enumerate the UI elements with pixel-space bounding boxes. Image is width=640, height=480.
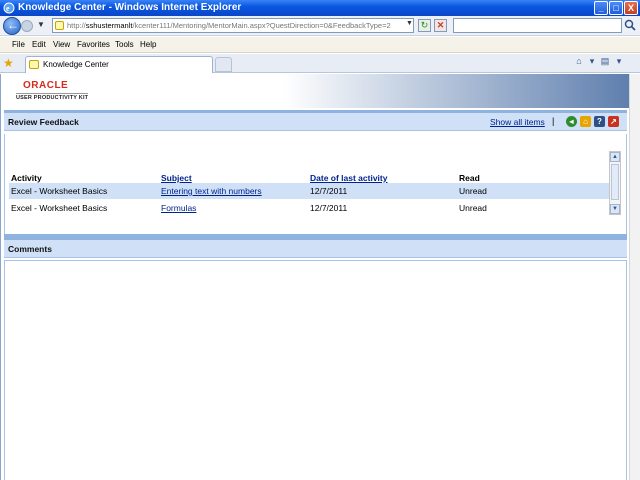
column-header-date[interactable]: Date of last activity: [310, 173, 387, 183]
menu-favorites[interactable]: Favorites: [77, 40, 110, 49]
menu-view[interactable]: View: [53, 40, 70, 49]
comments-title: Comments: [8, 244, 52, 254]
history-dropdown-icon[interactable]: ▼: [37, 20, 45, 29]
table-row[interactable]: Excel - Worksheet Basics Entering text w…: [9, 183, 610, 199]
row-read-status: Unread: [459, 203, 487, 213]
menu-edit[interactable]: Edit: [32, 40, 46, 49]
internet-explorer-icon: e: [3, 2, 15, 14]
url-host: sshustermanlt: [85, 21, 133, 30]
comments-header: Comments: [4, 237, 627, 258]
address-dropdown-icon[interactable]: ▼: [406, 20, 414, 30]
menu-help[interactable]: Help: [140, 40, 156, 49]
list-scrollbar[interactable]: ▲ ▼: [609, 151, 621, 215]
help-icon[interactable]: ?: [594, 116, 605, 127]
row-activity: Excel - Worksheet Basics: [11, 203, 108, 213]
favorites-star-icon[interactable]: ★: [3, 56, 14, 70]
row-subject-link[interactable]: Formulas: [161, 203, 196, 213]
page-content: ORACLE USER PRODUCTIVITY KIT Review Feed…: [0, 74, 640, 480]
address-toolbar: ▼ http://sshustermanlt/kcenter111/Mentor…: [0, 16, 640, 36]
exit-icon[interactable]: ↗: [608, 116, 619, 127]
menu-file[interactable]: File: [12, 40, 25, 49]
minimize-button[interactable]: _: [594, 1, 608, 15]
print-dropdown-icon[interactable]: ▾: [612, 56, 626, 70]
title-bar: e Knowledge Center - Windows Internet Ex…: [0, 0, 640, 16]
separator: |: [552, 116, 555, 126]
tab-bar: ★ Knowledge Center ⌂ ▾ ▤ ▾: [0, 54, 640, 73]
row-activity: Excel - Worksheet Basics: [11, 186, 108, 196]
column-header-subject[interactable]: Subject: [161, 173, 192, 183]
oracle-logo: ORACLE: [23, 80, 69, 91]
search-input[interactable]: [453, 18, 622, 33]
scroll-down-icon[interactable]: ▼: [610, 204, 620, 214]
url-path: /kcenter111/Mentoring/MentorMain.aspx?Qu…: [132, 21, 391, 30]
tab-knowledge-center[interactable]: Knowledge Center: [25, 56, 213, 73]
review-feedback-header: Review Feedback Show all items | ◂ ⌂ ? ↗: [4, 110, 627, 131]
url-prefix: http://: [67, 21, 86, 30]
refresh-button[interactable]: ↻: [418, 19, 431, 32]
menu-bar: File Edit View Favorites Tools Help: [0, 37, 640, 53]
feedback-list: Activity Subject Date of last activity R…: [4, 134, 627, 234]
row-subject-link[interactable]: Entering text with numbers: [161, 186, 262, 196]
stop-button[interactable]: ✕: [434, 19, 447, 32]
row-date: 12/7/2011: [310, 186, 348, 196]
close-button[interactable]: X: [624, 1, 638, 15]
row-date: 12/7/2011: [310, 203, 348, 213]
back-button[interactable]: [3, 17, 21, 35]
table-row[interactable]: Excel - Worksheet Basics Formulas 12/7/2…: [9, 200, 610, 216]
home-icon[interactable]: ⌂: [572, 56, 586, 70]
address-field[interactable]: http://sshustermanlt/kcenter111/Mentorin…: [52, 18, 414, 33]
show-all-items-link[interactable]: Show all items: [490, 117, 545, 127]
page-icon: [55, 21, 64, 30]
scroll-up-icon[interactable]: ▲: [610, 152, 620, 162]
window-title: Knowledge Center - Windows Internet Expl…: [18, 2, 242, 13]
search-icon[interactable]: [624, 19, 636, 31]
forward-button[interactable]: [21, 20, 33, 32]
maximize-button[interactable]: □: [609, 1, 623, 15]
column-header-activity: Activity: [11, 173, 42, 183]
back-arrow-icon[interactable]: ◂: [566, 116, 577, 127]
menu-tools[interactable]: Tools: [115, 40, 134, 49]
print-icon[interactable]: ▤: [598, 56, 612, 70]
new-tab-button[interactable]: [215, 57, 232, 72]
review-feedback-title: Review Feedback: [8, 117, 79, 127]
comments-area[interactable]: [4, 260, 627, 480]
home-dropdown-icon[interactable]: ▾: [585, 56, 599, 70]
column-header-read: Read: [459, 173, 480, 183]
tab-label: Knowledge Center: [43, 60, 109, 69]
svg-text:e: e: [6, 4, 10, 13]
home-icon[interactable]: ⌂: [580, 116, 591, 127]
upk-logo: USER PRODUCTIVITY KIT: [16, 93, 89, 101]
banner: ORACLE USER PRODUCTIVITY KIT: [1, 74, 629, 108]
scroll-thumb[interactable]: [611, 164, 619, 200]
page-scrollbar[interactable]: [629, 74, 640, 480]
tab-page-icon: [29, 60, 39, 69]
row-read-status: Unread: [459, 186, 487, 196]
